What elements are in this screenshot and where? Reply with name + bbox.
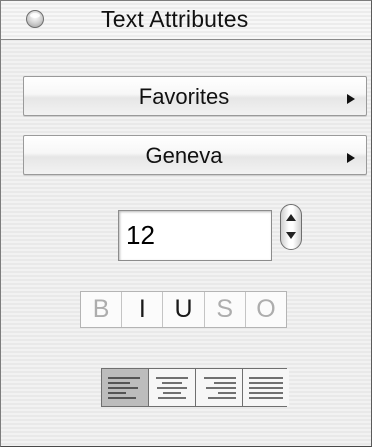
text-attributes-window: Text Attributes Favorites Geneva 12 B I … <box>0 0 372 447</box>
align-right-icon <box>204 377 236 399</box>
font-collection-popup[interactable]: Favorites <box>23 76 367 116</box>
underline-button[interactable]: U <box>163 292 205 327</box>
font-family-label: Geneva <box>145 143 223 168</box>
popup-arrow-icon <box>347 94 355 104</box>
close-button[interactable] <box>26 10 44 28</box>
align-left-icon <box>108 377 140 399</box>
stepper-down-icon[interactable] <box>286 232 296 239</box>
italic-button[interactable]: I <box>122 292 164 327</box>
font-family-popup[interactable]: Geneva <box>23 135 367 175</box>
align-justify-icon <box>249 377 283 399</box>
alignment-segmented-control <box>101 368 289 407</box>
font-size-field[interactable]: 12 <box>118 210 272 261</box>
outline-button[interactable]: O <box>246 292 286 327</box>
align-left-button[interactable] <box>102 369 149 406</box>
popup-arrow-icon <box>347 153 355 163</box>
font-size-stepper[interactable] <box>280 204 302 250</box>
align-center-icon <box>156 377 188 399</box>
align-justify-button[interactable] <box>243 369 289 406</box>
window-title: Text Attributes <box>101 6 249 32</box>
align-right-button[interactable] <box>196 369 243 406</box>
align-center-button[interactable] <box>149 369 196 406</box>
stepper-up-icon[interactable] <box>286 214 296 221</box>
bold-button[interactable]: B <box>81 292 123 327</box>
font-collection-label: Favorites <box>138 84 230 109</box>
text-style-segmented-control: B I U S O <box>80 291 287 328</box>
strikethrough-button[interactable]: S <box>205 292 246 327</box>
title-bar[interactable]: Text Attributes <box>1 1 371 40</box>
